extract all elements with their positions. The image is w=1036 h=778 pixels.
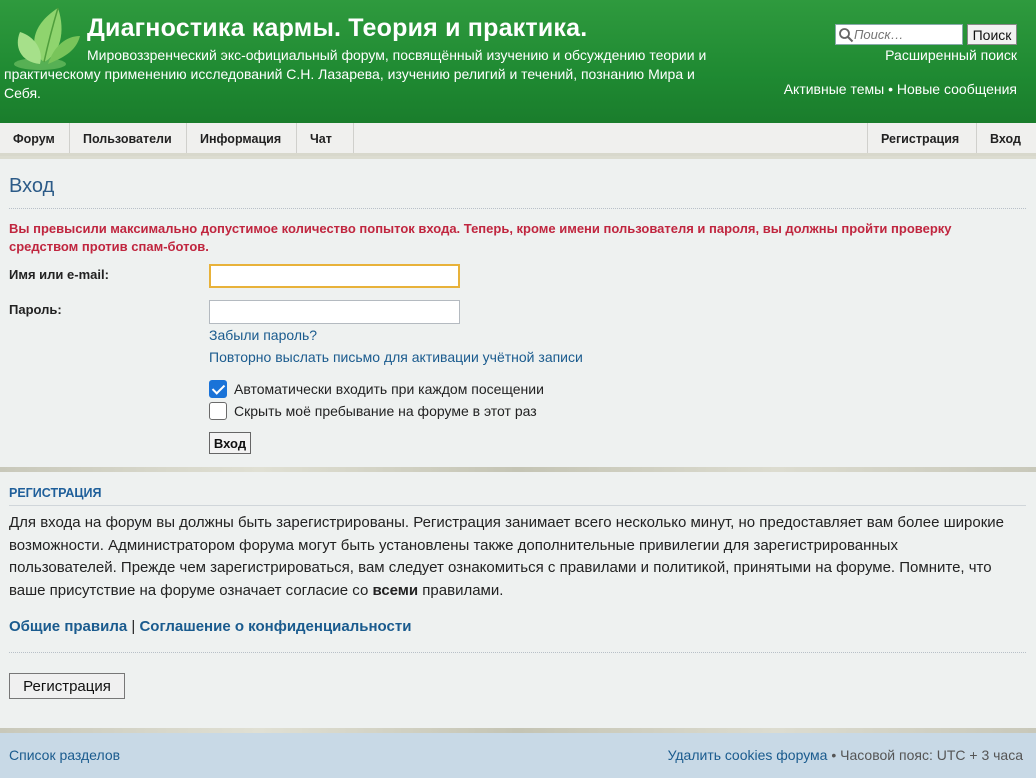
hide-online-checkbox[interactable]	[209, 402, 227, 420]
registration-heading: РЕГИСТРАЦИЯ	[9, 486, 102, 500]
quick-links: Активные темы • Новые сообщения	[784, 81, 1017, 97]
username-label: Имя или e-mail:	[9, 267, 109, 282]
password-label: Пароль:	[9, 302, 62, 317]
search-icon	[839, 27, 854, 42]
password-field[interactable]	[209, 300, 460, 324]
login-submit-button[interactable]: Вход	[209, 432, 251, 454]
footer-right: Удалить cookies форума • Часовой пояс: U…	[668, 747, 1023, 763]
nav-users[interactable]: Пользователи	[70, 123, 187, 153]
forgot-password-link[interactable]: Забыли пароль?	[209, 327, 317, 343]
nav-forum[interactable]: Форум	[0, 123, 70, 153]
site-title[interactable]: Диагностика кармы. Теория и практика.	[87, 14, 587, 43]
search-button[interactable]: Поиск	[967, 24, 1017, 45]
nav-login[interactable]: Вход	[976, 123, 1036, 153]
register-button[interactable]: Регистрация	[9, 673, 125, 699]
username-field[interactable]	[209, 264, 460, 288]
forum-index-link[interactable]: Список разделов	[9, 747, 120, 763]
registration-panel: РЕГИСТРАЦИЯ Для входа на форум вы должны…	[0, 472, 1036, 728]
registration-divider	[9, 505, 1026, 506]
autologin-checkbox[interactable]	[209, 380, 227, 398]
autologin-label[interactable]: Автоматически входить при каждом посещен…	[234, 381, 544, 397]
timezone-text: Часовой пояс: UTC + 3 часа	[840, 747, 1023, 763]
registration-text-end: правилами.	[418, 581, 504, 599]
new-posts-link[interactable]: Новые сообщения	[897, 81, 1017, 97]
registration-text: Для входа на форум вы должны быть зареги…	[9, 512, 1009, 602]
page-title: Вход	[9, 175, 55, 197]
registration-divider-2	[9, 652, 1026, 653]
resend-activation-link[interactable]: Повторно выслать письмо для активации уч…	[209, 349, 583, 365]
rules-link[interactable]: Общие правила	[9, 618, 127, 635]
title-divider	[9, 208, 1026, 209]
advanced-search-link[interactable]: Расширенный поиск	[885, 47, 1017, 63]
registration-text-main: Для входа на форум вы должны быть зареги…	[9, 514, 1005, 599]
nav-info[interactable]: Информация	[187, 123, 297, 153]
page-footer: Список разделов Удалить cookies форума •…	[0, 733, 1036, 778]
policy-links: Общие правила | Соглашение о конфиденциа…	[9, 618, 411, 635]
site-header: Диагностика кармы. Теория и практика. Ми…	[0, 0, 1036, 123]
nav-register[interactable]: Регистрация	[867, 123, 976, 153]
privacy-link[interactable]: Соглашение о конфиденциальности	[139, 618, 411, 635]
site-description: Мировоззренческий экс-официальный форум,…	[4, 47, 707, 101]
autologin-row[interactable]: Автоматически входить при каждом посещен…	[209, 380, 544, 398]
footer-bullet: •	[831, 747, 837, 763]
bullet-separator: •	[888, 81, 893, 97]
main-navbar: Форум Пользователи Информация Чат Регист…	[0, 123, 1036, 156]
login-panel: Вход Вы превысили максимально допустимое…	[0, 159, 1036, 467]
hide-online-row[interactable]: Скрыть моё пребывание на форуме в этот р…	[209, 402, 537, 420]
error-message: Вы превысили максимально допустимое коли…	[9, 221, 952, 254]
link-divider: |	[131, 618, 136, 635]
delete-cookies-link[interactable]: Удалить cookies форума	[668, 747, 828, 763]
active-topics-link[interactable]: Активные темы	[784, 81, 885, 97]
nav-chat[interactable]: Чат	[297, 123, 354, 153]
search-input-wrapper[interactable]	[835, 24, 963, 45]
registration-text-bold: всеми	[372, 581, 419, 599]
hide-online-label[interactable]: Скрыть моё пребывание на форуме в этот р…	[234, 403, 537, 419]
search-input[interactable]	[854, 25, 959, 44]
